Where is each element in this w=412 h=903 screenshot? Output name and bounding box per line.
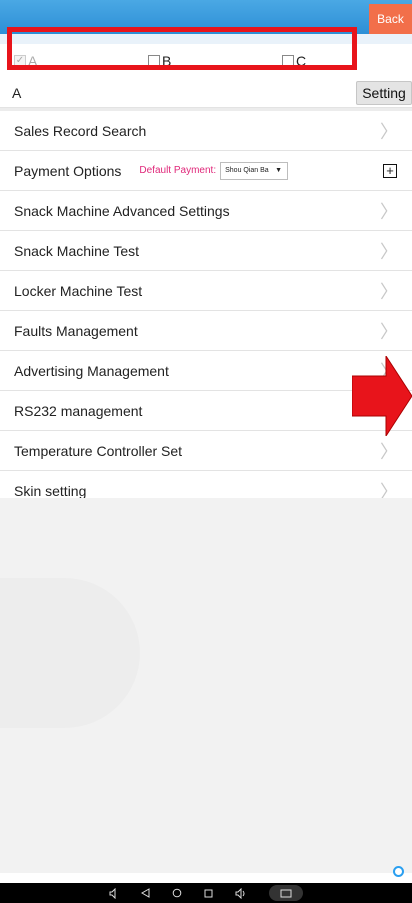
- menu-item-faults[interactable]: Faults Management 〉: [0, 311, 412, 351]
- menu-item-rs232[interactable]: RS232 management: [0, 391, 412, 431]
- default-payment-value: Shou Qian Ba: [225, 167, 269, 174]
- system-nav-bar: [0, 883, 412, 903]
- nav-home-icon[interactable]: [172, 888, 182, 898]
- plus-square-icon[interactable]: +: [383, 163, 397, 178]
- nav-recents-icon[interactable]: [204, 889, 213, 898]
- selected-machine-label: A: [12, 84, 22, 101]
- nav-back-icon[interactable]: [141, 888, 150, 898]
- volume-down-icon[interactable]: [109, 887, 119, 899]
- chevron-right-icon: 〉: [380, 121, 398, 142]
- menu-item-label: Snack Machine Advanced Settings: [14, 202, 230, 219]
- screenshot-icon[interactable]: [269, 885, 303, 901]
- default-payment-label: Default Payment:: [139, 165, 217, 176]
- menu-item-label: Snack Machine Test: [14, 242, 140, 259]
- menu-item-label: Advertising Management: [14, 362, 169, 379]
- menu-item-label: RS232 management: [14, 402, 143, 419]
- menu-item-advertising[interactable]: Advertising Management 〉: [0, 351, 412, 391]
- setting-button[interactable]: Setting: [356, 81, 412, 105]
- menu-item-locker-test[interactable]: Locker Machine Test 〉: [0, 271, 412, 311]
- menu-item-label: Sales Record Search: [14, 122, 147, 139]
- menu-item-sales-record-search[interactable]: Sales Record Search 〉: [0, 111, 412, 151]
- chevron-right-icon: 〉: [380, 201, 398, 222]
- refresh-icon[interactable]: [393, 866, 404, 877]
- menu-item-label: Skin setting: [14, 482, 87, 499]
- menu-item-label: Faults Management: [14, 322, 138, 339]
- arrow-right-icon: [352, 356, 412, 436]
- chevron-right-icon: 〉: [380, 441, 398, 462]
- selected-machine-row: A Setting: [0, 78, 412, 108]
- volume-up-icon[interactable]: [235, 887, 247, 899]
- menu-item-temperature[interactable]: Temperature Controller Set 〉: [0, 431, 412, 471]
- settings-list: A Setting Sales Record Search 〉 Payment …: [0, 78, 412, 511]
- content-background: [0, 498, 412, 873]
- menu-item-snack-test[interactable]: Snack Machine Test 〉: [0, 231, 412, 271]
- menu-item-label: Locker Machine Test: [14, 282, 143, 299]
- back-button[interactable]: Back: [369, 4, 412, 34]
- default-payment-select[interactable]: Shou Qian Ba ▼: [220, 161, 289, 180]
- menu-item-label: Temperature Controller Set: [14, 442, 183, 459]
- chevron-right-icon: 〉: [380, 281, 398, 302]
- caret-down-icon: ▼: [275, 167, 283, 174]
- chevron-right-icon: 〉: [380, 241, 398, 262]
- chevron-right-icon: 〉: [380, 321, 398, 342]
- menu-item-payment-options: Payment Options Default Payment: Shou Qi…: [0, 151, 412, 191]
- menu-item-label: Payment Options: [14, 162, 122, 179]
- menu-item-snack-advanced[interactable]: Snack Machine Advanced Settings 〉: [0, 191, 412, 231]
- highlight-box: [7, 27, 357, 70]
- background-shape: [0, 578, 140, 728]
